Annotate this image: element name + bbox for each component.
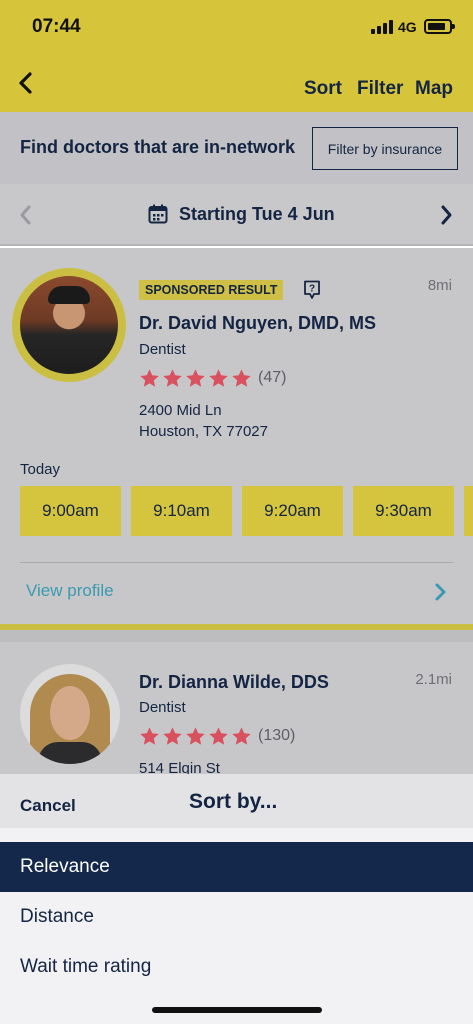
time-slot-button[interactable]: 9:10am	[131, 486, 232, 536]
sort-option-distance[interactable]: Distance	[0, 892, 473, 942]
filter-by-insurance-button[interactable]: Filter by insurance	[312, 127, 458, 170]
chevron-right-icon	[441, 205, 452, 225]
star-icon	[186, 368, 205, 387]
calendar-icon	[148, 204, 168, 224]
doctor-distance: 2.1mi	[415, 671, 452, 688]
svg-text:?: ?	[309, 284, 315, 295]
doctor-specialty: Dentist	[139, 341, 186, 358]
star-icon	[140, 726, 159, 745]
doctor-name[interactable]: Dr. Dianna Wilde, DDS	[139, 672, 329, 693]
status-time: 07:44	[32, 16, 81, 37]
address-line-2: Houston, TX 77027	[139, 423, 268, 440]
star-rating: (47)	[139, 366, 286, 390]
time-slot-partial[interactable]	[464, 486, 473, 536]
doctor-distance: 8mi	[427, 277, 452, 294]
home-indicator	[152, 1007, 322, 1013]
doctor-avatar	[12, 268, 126, 382]
star-icon	[163, 726, 182, 745]
star-icon	[186, 726, 205, 745]
star-icon	[163, 368, 182, 387]
signal-icon	[371, 20, 393, 34]
map-button[interactable]: Map	[415, 78, 453, 100]
chevron-left-icon	[20, 205, 31, 225]
star-icon	[209, 368, 228, 387]
address-line-1: 2400 Mid Ln	[139, 402, 222, 419]
review-count: (47)	[258, 369, 287, 386]
chevron-right-icon[interactable]	[432, 582, 448, 602]
sort-option-relevance[interactable]: Relevance	[0, 842, 473, 892]
review-count: (130)	[258, 727, 296, 744]
time-slot-button[interactable]: 9:00am	[20, 486, 121, 536]
star-rating: (130)	[139, 724, 295, 748]
sponsored-info-icon[interactable]: ?	[303, 280, 321, 300]
previous-date-button[interactable]	[16, 204, 36, 226]
doctor-avatar	[20, 664, 120, 764]
date-label: Starting Tue 4 Jun	[179, 204, 335, 224]
doctor-name[interactable]: Dr. David Nguyen, DMD, MS	[139, 313, 376, 334]
network-type: 4G	[398, 19, 417, 35]
sponsored-badge: SPONSORED RESULT	[139, 280, 284, 300]
time-slot-button[interactable]: 9:20am	[242, 486, 343, 536]
star-icon	[232, 368, 251, 387]
card-gap	[0, 630, 473, 642]
back-button[interactable]	[14, 70, 40, 96]
card-divider	[20, 562, 453, 563]
doctor-specialty: Dentist	[139, 699, 186, 716]
battery-icon	[424, 19, 455, 34]
availability-day: Today	[20, 461, 61, 478]
back-chevron-icon	[19, 72, 32, 94]
search-results-screen: 07:44 4G Sort Filter Map Find doctors th…	[0, 0, 473, 1024]
cancel-button[interactable]: Cancel	[20, 796, 76, 816]
filter-button[interactable]: Filter	[357, 78, 403, 100]
sort-option-wait-time[interactable]: Wait time rating	[0, 942, 473, 992]
sort-sheet-title: Sort by...	[189, 790, 278, 813]
view-profile-link[interactable]: View profile	[26, 581, 114, 601]
star-icon	[232, 726, 251, 745]
star-icon	[140, 368, 159, 387]
time-slot-button[interactable]: 9:30am	[353, 486, 454, 536]
insurance-prompt: Find doctors that are in-network	[20, 137, 296, 157]
next-date-button[interactable]	[436, 204, 456, 226]
star-icon	[209, 726, 228, 745]
sort-button[interactable]: Sort	[304, 78, 342, 100]
